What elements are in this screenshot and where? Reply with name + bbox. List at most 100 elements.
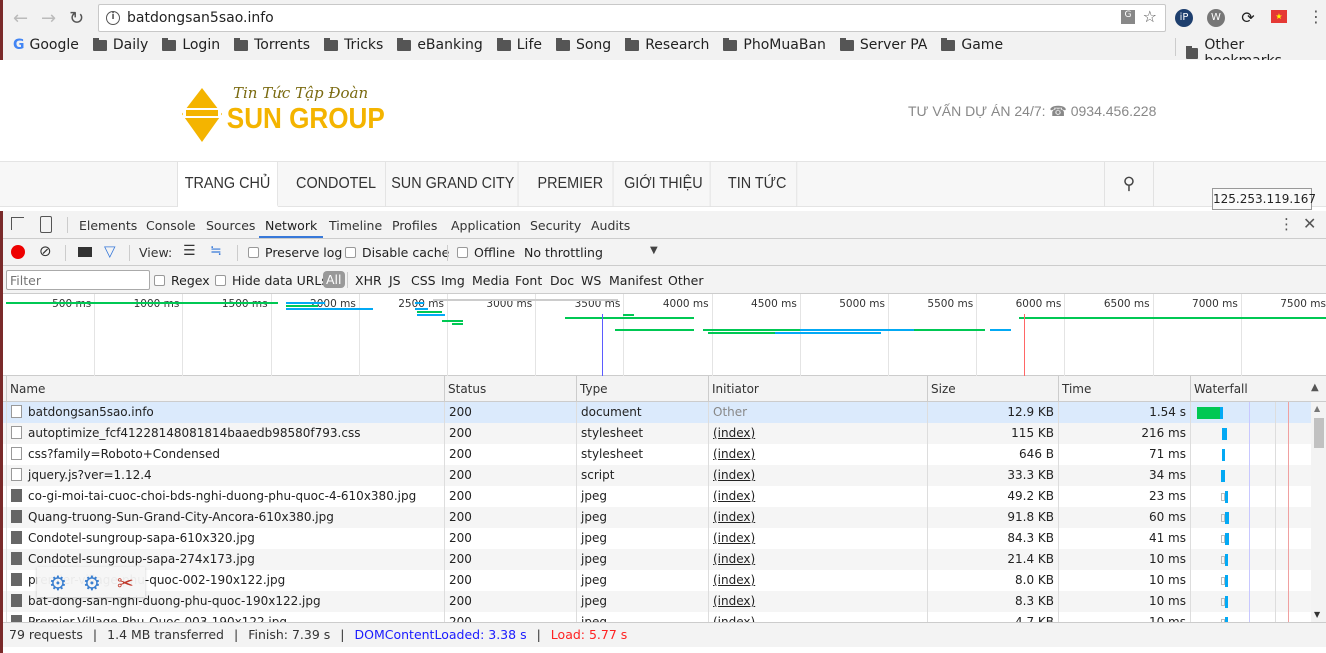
tab-security[interactable]: Security [530,218,581,233]
bookmark-folder[interactable]: Server PA [839,37,927,53]
filter-js[interactable]: JS [389,273,401,288]
bookmark-folder[interactable]: Torrents [234,37,310,53]
wordpress-icon[interactable]: W [1207,9,1225,27]
bookmark-folder[interactable]: Game [941,37,1003,53]
tab-application[interactable]: Application [451,218,521,233]
cell-initiator[interactable]: (index) [708,612,927,622]
bookmark-google[interactable]: G Google [13,37,79,53]
address-bar[interactable]: i batdongsan5sao.info G ☆ [98,4,1166,32]
cell-initiator[interactable]: (index) [708,549,927,570]
clear-icon[interactable]: ⊘ [39,242,52,260]
table-row[interactable]: css?family=Roboto+Condensed 200 stylesheet… [3,444,1311,465]
cell-name[interactable]: co-gi-moi-tai-cuoc-choi-bds-nghi-duong-p… [6,486,444,507]
device-mode-icon[interactable] [40,216,52,233]
cell-name[interactable]: Quang-truong-Sun-Grand-City-Ancora-610x3… [6,507,444,528]
bookmark-folder[interactable]: Tricks [324,37,383,53]
tab-network[interactable]: Network [265,218,317,233]
tab-sources[interactable]: Sources [206,218,255,233]
preserve-log-checkbox[interactable]: Preserve log [248,245,342,260]
translate-icon[interactable]: G [1121,10,1135,24]
filter-img[interactable]: Img [441,273,465,288]
filter-input[interactable] [6,270,150,290]
table-scrollbar[interactable]: ▲ ▼ [1311,402,1326,622]
cell-name[interactable]: autoptimize_fcf41228148081814baaedb98580… [6,423,444,444]
column-header-initiator[interactable]: Initiator [708,376,927,402]
bookmark-folder[interactable]: Life [496,37,542,53]
cell-name[interactable]: batdongsan5sao.info [6,402,444,423]
site-logo[interactable]: Tin Tức Tập Đoàn SUN GROUP [180,68,385,150]
cell-name[interactable]: Premier-Village-Phu-Quoc-003-190x122.jpg [6,612,444,622]
ip-extension-icon[interactable]: iP [1175,9,1193,27]
bookmark-folder[interactable]: Song [555,37,611,53]
regex-checkbox[interactable]: Regex [154,273,210,288]
tab-timeline[interactable]: Timeline [329,218,382,233]
reload-button[interactable]: ↻ [69,8,84,29]
tab-elements[interactable]: Elements [79,218,137,233]
gear-icon[interactable]: ⚙ [49,571,67,595]
nav-trang-chu[interactable]: TRANG CHỦ [178,162,278,207]
table-row[interactable]: Premier-Village-Phu-Quoc-003-190x122.jpg… [3,612,1311,622]
bookmark-folder[interactable]: PhoMuaBan [723,37,826,53]
table-row[interactable]: bat-dong-san-nghi-duong-phu-quoc-190x122… [3,591,1311,612]
sync-icon[interactable]: ⟳ [1239,9,1257,27]
cell-initiator[interactable]: (index) [708,528,927,549]
column-header-time[interactable]: Time [1058,376,1190,402]
network-overview[interactable]: 500 ms 1000 ms 1500 ms 2000 ms 2500 ms 3000 m… [3,294,1326,376]
nav-condotel[interactable]: CONDOTEL [287,162,386,207]
more-icon[interactable]: ⋮ [1279,215,1294,233]
tab-profiles[interactable]: Profiles [392,218,437,233]
checkbox[interactable] [154,275,165,286]
offline-checkbox[interactable]: Offline [457,245,515,260]
nav-tin-tuc[interactable]: TIN TỨC [718,162,798,207]
info-icon[interactable]: i [106,11,120,25]
large-rows-icon[interactable]: ☰ [183,243,196,259]
bookmark-folder[interactable]: Daily [92,37,148,53]
forward-button[interactable]: → [41,8,56,29]
filter-icon[interactable]: ▽ [104,242,116,260]
scroll-down-icon[interactable]: ▼ [1314,610,1320,619]
table-row[interactable]: jquery.js?ver=1.12.4 200 script (index) 33.3… [3,465,1311,486]
sort-ascending-icon[interactable]: ▲ [1311,382,1319,393]
table-row[interactable]: autoptimize_fcf41228148081814baaedb98580… [3,423,1311,444]
scrollbar-thumb[interactable] [1314,418,1324,448]
close-icon[interactable]: ✕ [1303,214,1316,233]
back-button[interactable]: ← [13,8,28,29]
nav-premier[interactable]: PREMIER [528,162,614,207]
capture-screenshots-icon[interactable] [78,247,92,257]
menu-icon[interactable]: ⋮ [1308,7,1324,26]
filter-font[interactable]: Font [515,273,542,288]
bookmark-folder[interactable]: Research [625,37,709,53]
table-row[interactable]: Condotel-sungroup-sapa-610x320.jpg 200 jpe… [3,528,1311,549]
table-row[interactable]: premier-village-phu-quoc-002-190x122.jpg… [3,570,1311,591]
table-row[interactable]: Quang-truong-Sun-Grand-City-Ancora-610x3… [3,507,1311,528]
column-header-type[interactable]: Type [576,376,708,402]
record-icon[interactable] [11,245,25,259]
tools-icon[interactable]: ✂ [117,571,134,595]
overview-icon[interactable]: ≒ [210,243,222,259]
disable-cache-checkbox[interactable]: Disable cache [345,245,449,260]
tab-audits[interactable]: Audits [591,218,630,233]
filter-other[interactable]: Other [668,273,704,288]
star-icon[interactable]: ☆ [1143,7,1157,26]
column-header-status[interactable]: Status [444,376,576,402]
cell-initiator[interactable]: (index) [708,570,927,591]
filter-media[interactable]: Media [472,273,510,288]
inspect-icon[interactable] [11,217,24,230]
bookmark-folder[interactable]: Login [162,37,220,53]
column-header-size[interactable]: Size [927,376,1058,402]
table-row[interactable]: co-gi-moi-tai-cuoc-choi-bds-nghi-duong-p… [3,486,1311,507]
cell-initiator[interactable]: (index) [708,465,927,486]
search-icon[interactable]: ⚲ [1104,162,1154,207]
cell-initiator[interactable]: (index) [708,486,927,507]
cell-initiator[interactable]: (index) [708,423,927,444]
cell-name[interactable]: Condotel-sungroup-sapa-610x320.jpg [6,528,444,549]
filter-manifest[interactable]: Manifest [609,273,662,288]
hide-data-urls-checkbox[interactable]: Hide data URLs [215,273,328,288]
nav-gioi-thieu[interactable]: GIỚI THIỆU [617,162,711,207]
filter-xhr[interactable]: XHR [355,273,382,288]
bookmark-folder[interactable]: eBanking [397,37,483,53]
cell-initiator[interactable]: (index) [708,507,927,528]
table-row[interactable]: batdongsan5sao.info 200 document Other 12.9 … [3,402,1311,423]
gear-icon[interactable]: ⚙ [83,571,101,595]
cell-name[interactable]: jquery.js?ver=1.12.4 [6,465,444,486]
